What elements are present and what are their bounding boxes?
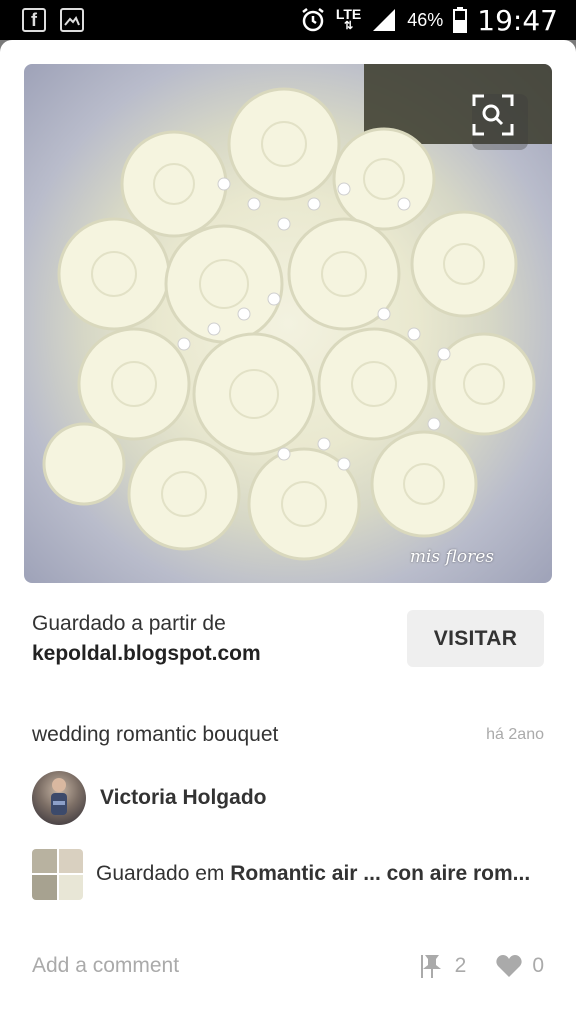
board-row[interactable]: Guardado em Romantic air ... con aire ro… xyxy=(32,848,544,900)
repin-count: 2 xyxy=(454,954,467,977)
lens-search-icon xyxy=(472,94,514,136)
like-stat[interactable]: 0 xyxy=(496,954,544,978)
like-count: 0 xyxy=(532,954,544,977)
signal-icon xyxy=(373,9,396,31)
source-section: Guardado a partir de kepoldal.blogspot.c… xyxy=(32,610,544,670)
network-type: LTE ⇅ xyxy=(335,6,362,32)
image-watermark: mis flores xyxy=(409,547,494,567)
battery-percent: 46% xyxy=(407,9,444,30)
facebook-icon: f xyxy=(22,8,46,32)
board-prefix: Guardado em xyxy=(96,862,231,885)
heart-icon xyxy=(496,955,522,977)
visual-search-button[interactable] xyxy=(472,94,528,150)
pinner-name[interactable]: Victoria Holgado xyxy=(100,786,266,810)
visit-button[interactable]: VISITAR xyxy=(407,610,544,667)
pin-stats: 2 0 xyxy=(419,953,544,979)
description-row: wedding romantic bouquet há 2ano xyxy=(32,720,544,750)
battery-icon xyxy=(453,7,468,33)
clock: 19:47 xyxy=(477,3,558,37)
pin-card: mis flores Guardado a partir de kepoldal… xyxy=(0,40,576,1024)
status-bar: f LTE ⇅ 46% 19:47 xyxy=(0,0,576,40)
pin-icon xyxy=(420,955,441,978)
alarm-icon xyxy=(302,8,324,32)
pin-age: há 2ano xyxy=(486,726,544,743)
comment-row: 2 0 xyxy=(32,950,544,982)
board-name[interactable]: Romantic air ... con aire rom... xyxy=(230,862,530,885)
repin-stat[interactable]: 2 xyxy=(419,953,467,979)
comment-input[interactable] xyxy=(32,954,332,978)
pin-description: wedding romantic bouquet xyxy=(32,723,279,746)
board-thumbnail[interactable] xyxy=(32,848,83,900)
image-icon xyxy=(60,8,84,32)
pinner-row[interactable]: Victoria Holgado xyxy=(32,770,266,826)
board-saved-text[interactable]: Guardado em Romantic air ... con aire ro… xyxy=(96,862,530,886)
pin-image[interactable]: mis flores xyxy=(24,64,552,583)
avatar[interactable] xyxy=(32,771,86,825)
